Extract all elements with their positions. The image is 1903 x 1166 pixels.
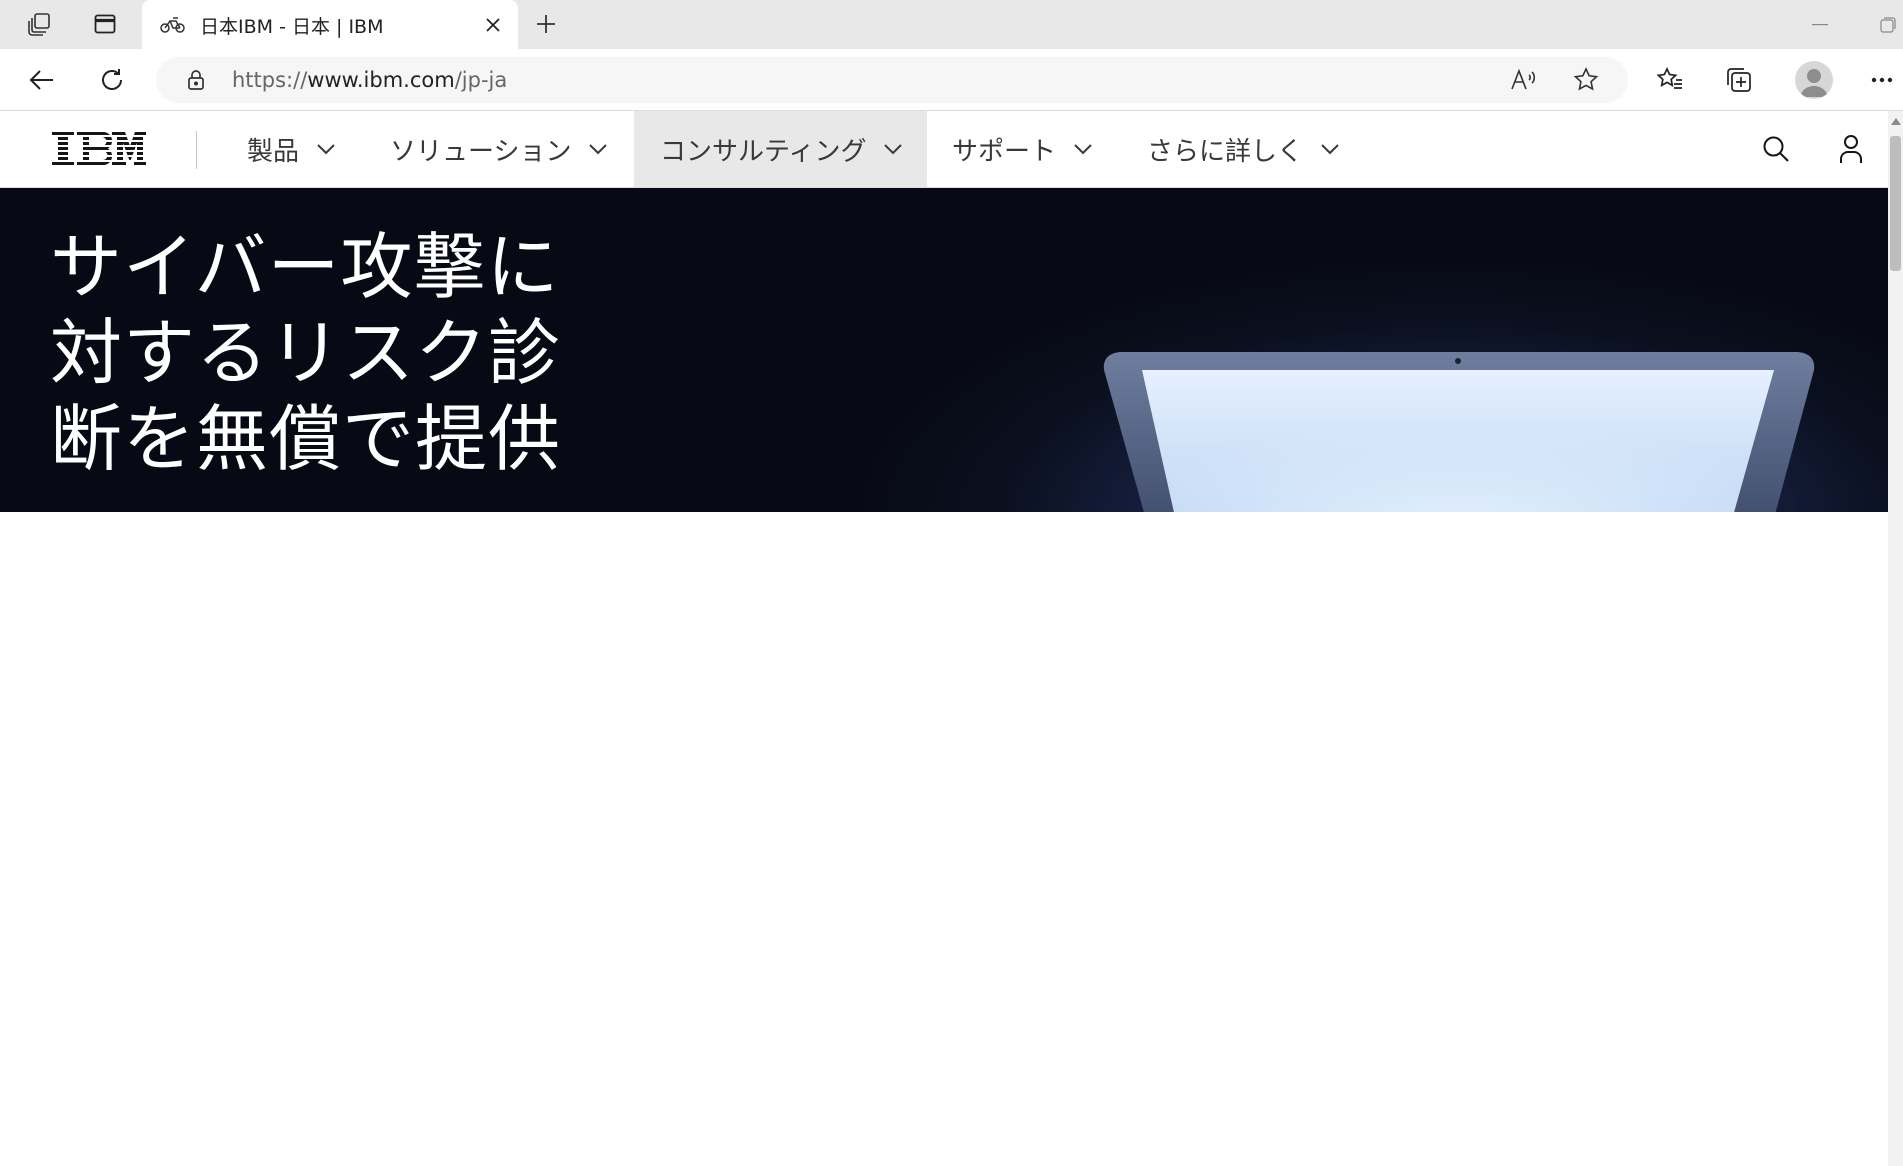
restore-icon[interactable] [1873, 10, 1903, 40]
chevron-down-icon [882, 138, 904, 160]
url-host: www.ibm.com [307, 68, 455, 92]
nav-item-solutions[interactable]: ソリューション [390, 111, 609, 187]
chevron-down-icon [587, 138, 609, 160]
url-protocol: https:// [232, 68, 308, 92]
nav-item-more[interactable]: さらに詳しく [1147, 111, 1341, 187]
ibm-logo[interactable] [52, 129, 146, 167]
address-bar[interactable]: https://www.ibm.com/jp-ja [156, 57, 1628, 103]
browser-toolbar: https://www.ibm.com/jp-ja [0, 49, 1903, 111]
collections-icon[interactable] [1720, 61, 1760, 99]
url-path: /jp-ja [454, 68, 508, 92]
nav-item-support[interactable]: サポート [952, 111, 1094, 187]
read-aloud-icon[interactable] [1504, 60, 1544, 100]
active-tab[interactable]: 日本IBM - 日本 | IBM [142, 0, 518, 50]
hero-title-line: 断を無償で提供 [50, 397, 562, 481]
tab-title: 日本IBM - 日本 | IBM [200, 15, 384, 38]
ibm-favicon-icon [158, 13, 188, 37]
minimize-icon[interactable] [1805, 10, 1835, 40]
user-profile-icon[interactable] [1831, 129, 1871, 169]
hero-title: サイバー攻撃に 対するリスク診 断を無償で提供 [50, 224, 610, 482]
nav-item-label: ソリューション [390, 136, 572, 167]
browser-tab-strip: 日本IBM - 日本 | IBM [0, 0, 1903, 50]
lock-icon[interactable] [184, 68, 208, 92]
chevron-down-icon [1319, 138, 1341, 160]
vertical-tabs-icon[interactable] [86, 6, 124, 42]
nav-item-label: コンサルティング [660, 136, 867, 167]
nav-item-label: さらに詳しく [1147, 136, 1304, 167]
hero-banner[interactable]: サイバー攻撃に 対するリスク診 断を無償で提供 [0, 188, 1888, 512]
hero-title-line: サイバー攻撃に [50, 225, 560, 309]
workspaces-icon[interactable] [21, 6, 59, 42]
profile-avatar[interactable] [1795, 61, 1833, 99]
favorites-icon[interactable] [1650, 61, 1690, 99]
back-icon[interactable] [22, 61, 62, 99]
more-options-icon[interactable] [1862, 61, 1902, 99]
hero-title-line: 対するリスク診 [50, 311, 562, 395]
new-tab-button[interactable] [527, 6, 565, 42]
tab-close-icon[interactable] [476, 8, 510, 42]
chevron-down-icon [315, 138, 337, 160]
nav-item-label: サポート [952, 136, 1057, 167]
laptop-image [1103, 352, 1815, 512]
nav-item-label: 製品 [247, 136, 300, 167]
scroll-up-arrow-icon[interactable] [1891, 118, 1901, 125]
scrollbar-thumb[interactable] [1890, 136, 1901, 271]
url-text[interactable]: https://www.ibm.com/jp-ja [232, 68, 1504, 92]
site-masthead: 製品 ソリューション コンサルティング サポート さらに詳しく [0, 111, 1888, 188]
search-icon[interactable] [1756, 129, 1796, 169]
favorite-star-icon[interactable] [1566, 60, 1606, 100]
chevron-down-icon [1072, 138, 1094, 160]
refresh-icon[interactable] [92, 61, 132, 99]
logo-divider [196, 131, 197, 169]
nav-item-consulting[interactable]: コンサルティング [634, 111, 927, 187]
nav-item-products[interactable]: 製品 [247, 111, 343, 187]
